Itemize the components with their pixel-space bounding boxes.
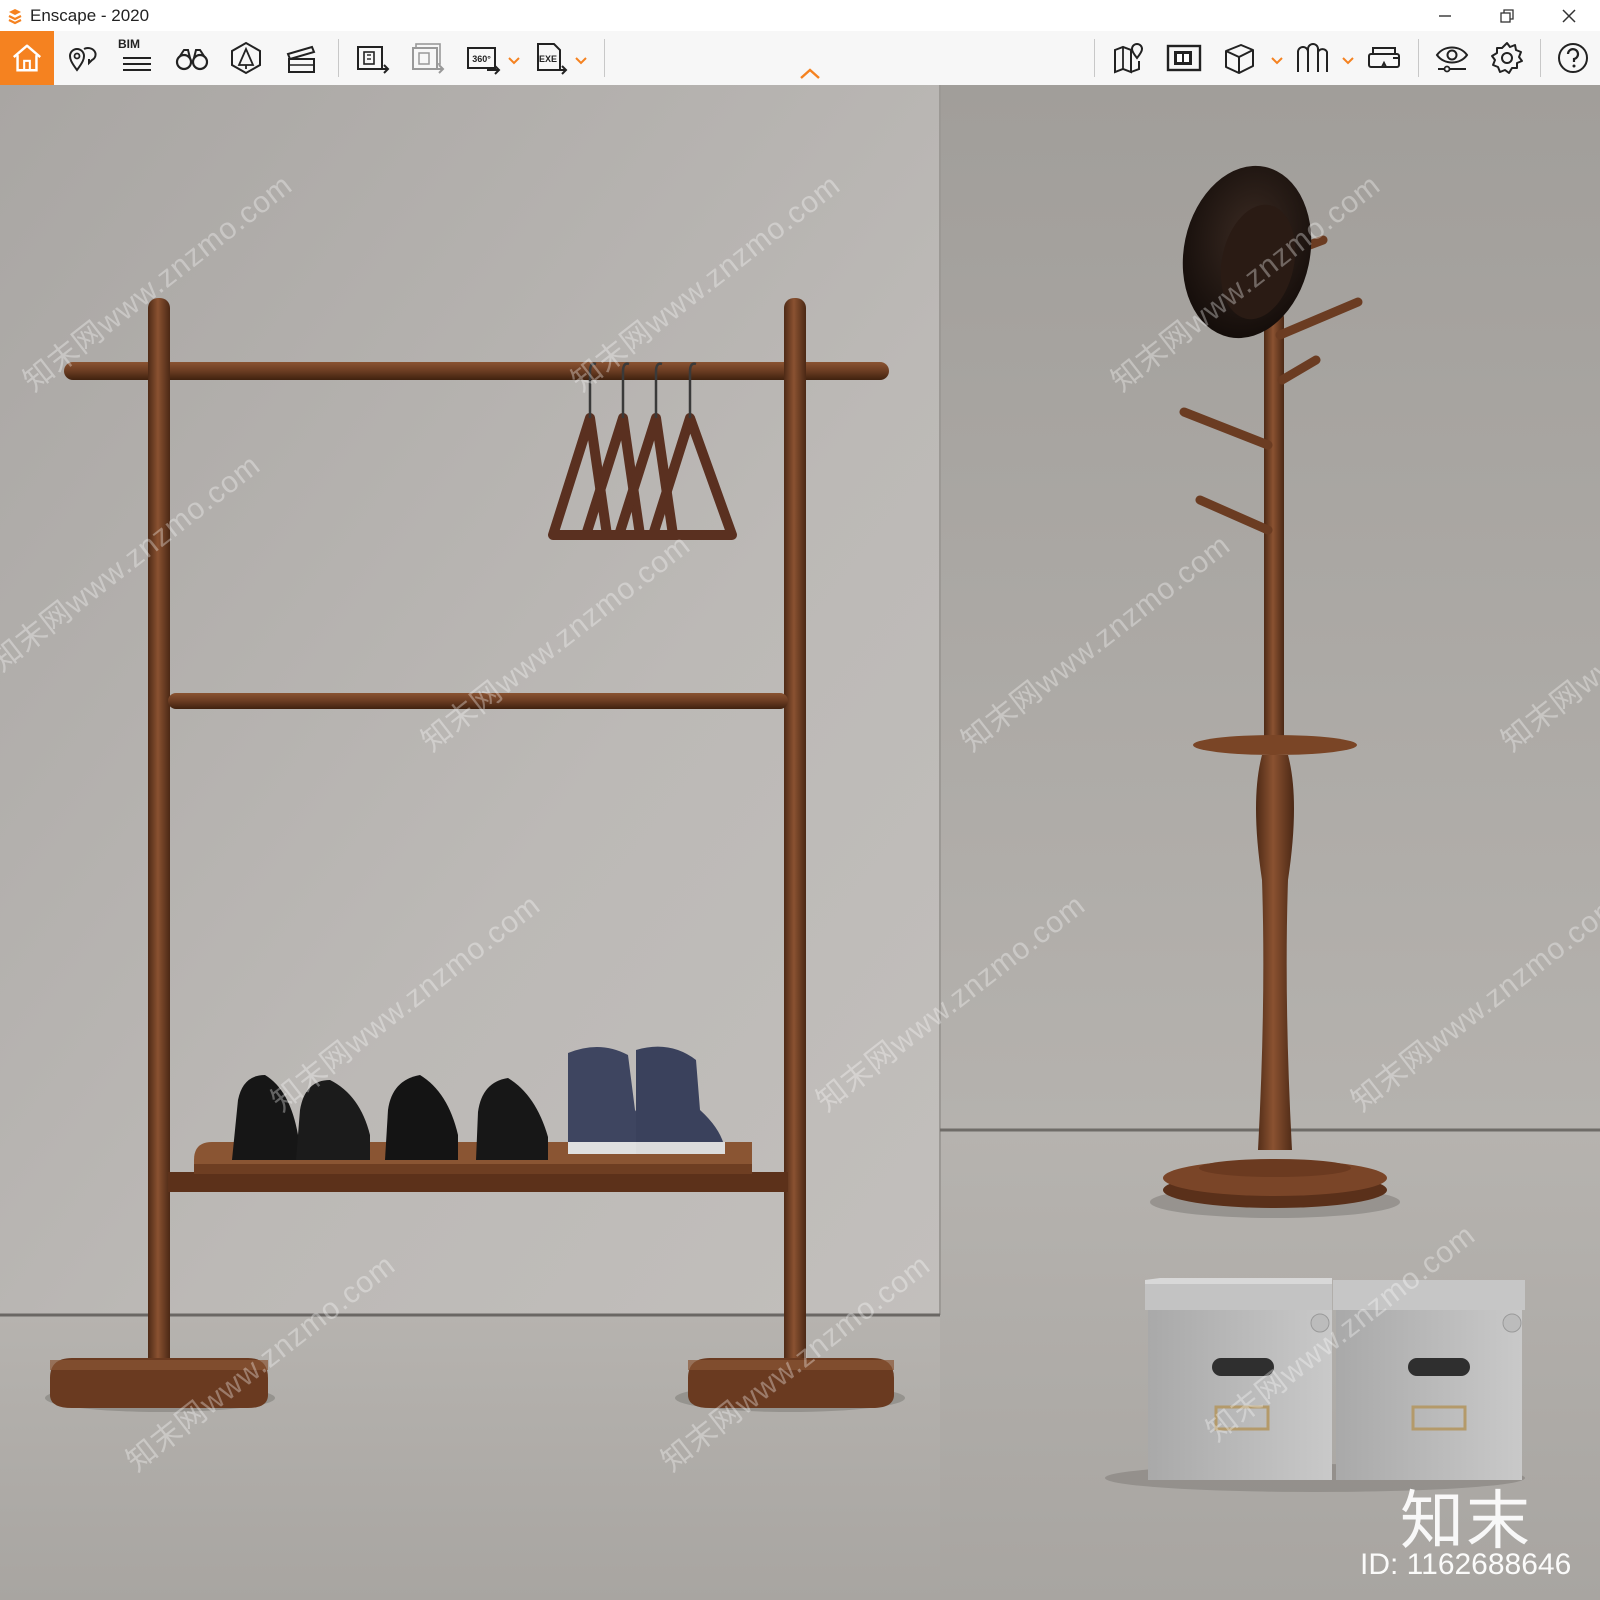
close-button[interactable] [1538,0,1600,31]
video-editor-button[interactable] [274,31,328,85]
svg-text:360°: 360° [472,54,491,64]
home-icon [12,44,42,72]
vr-headset-icon [1368,47,1400,68]
batch-render-icon [412,43,445,74]
sync-views-button[interactable] [1157,31,1211,85]
chevron-down-icon [1342,57,1354,65]
render-viewport[interactable]: 知末网www.znzmo.com 知末网www.znzmo.com 知末网www… [0,85,1600,1600]
collapse-toolbar-button[interactable] [798,67,822,81]
export-exe-button[interactable]: EXE [523,31,577,85]
export-dropdown[interactable] [574,53,588,65]
asset-library-button[interactable] [219,31,273,85]
minimize-button[interactable] [1414,0,1476,31]
bim-label: BIM [118,37,140,51]
enscape-logo-icon [8,8,22,24]
toolbar-separator [1418,39,1419,77]
enscape-toolbar: BIM 360° EXE [0,31,1600,86]
render-image-button[interactable] [346,31,400,85]
asset-library-icon [231,41,261,75]
settings-button[interactable] [1480,31,1534,85]
toolbar-separator [604,39,605,77]
visual-settings-button[interactable] [1425,31,1479,85]
panorama-button[interactable]: 360° [456,31,510,85]
atmosphere-dropdown[interactable] [1341,53,1355,65]
help-button[interactable] [1546,31,1600,85]
chevron-up-icon [800,68,820,79]
atmosphere-button[interactable] [1285,31,1339,85]
gear-icon [1491,42,1523,74]
scene-render [0,85,1600,1600]
svg-text:EXE: EXE [539,54,557,64]
help-icon [1558,43,1588,73]
bim-button[interactable]: BIM [110,31,164,85]
batch-render-button[interactable] [401,31,455,85]
chevron-down-icon [508,57,520,65]
vr-headset-button[interactable] [1357,31,1411,85]
home-button[interactable] [0,31,54,85]
title-bar: Enscape - 2020 [0,0,1600,31]
window-controls [1414,0,1600,31]
storage-boxes [1105,1278,1525,1492]
cube-button[interactable] [1212,31,1266,85]
restore-icon [1500,8,1514,23]
close-icon [1562,8,1576,23]
toolbar-separator [1094,39,1095,77]
panorama-360-icon: 360° [467,47,501,75]
render-image-icon [357,46,390,74]
cube-icon [1225,44,1254,74]
window-title: Enscape - 2020 [30,5,150,25]
map-button[interactable] [1102,31,1156,85]
chevron-down-icon [1271,57,1283,65]
views-button[interactable] [56,31,110,85]
atmosphere-icon [1297,43,1328,72]
explorer-button[interactable] [165,31,219,85]
map-icon [1114,43,1144,74]
location-pins-icon [68,47,97,72]
clapperboard-icon [286,45,316,73]
eye-settings-icon [1435,46,1469,73]
restore-button[interactable] [1476,0,1538,31]
minimize-icon [1439,14,1451,17]
panorama-dropdown[interactable] [507,53,521,65]
sync-views-icon [1166,44,1202,72]
export-exe-icon: EXE [537,43,568,75]
cube-dropdown[interactable] [1270,53,1284,65]
toolbar-separator [1540,39,1541,77]
binoculars-icon [175,49,209,71]
toolbar-separator [338,39,339,77]
image-id-watermark: ID: 1162688646 [1360,1548,1572,1581]
chevron-down-icon [575,57,587,65]
